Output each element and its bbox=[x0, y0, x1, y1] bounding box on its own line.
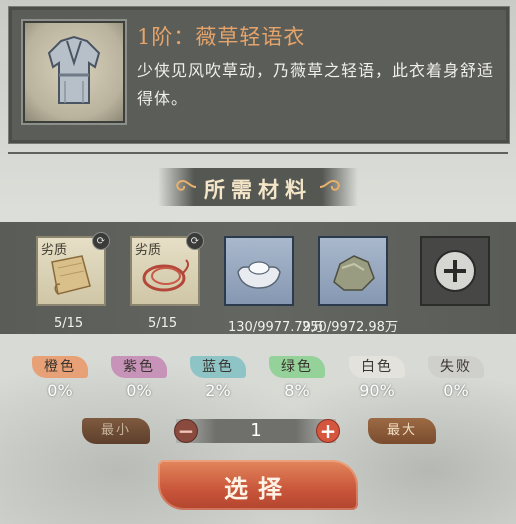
quality-tag-white: 白色 bbox=[349, 356, 405, 378]
select-button[interactable]: 选择 bbox=[158, 460, 358, 510]
divider bbox=[8, 152, 508, 154]
material-slot-1[interactable]: 劣质 ⟳ bbox=[36, 232, 110, 306]
quality-tag-green: 绿色 bbox=[269, 356, 325, 378]
quality-percent: 0% bbox=[126, 381, 152, 400]
section-header: 所需材料 bbox=[158, 168, 358, 206]
quality-tag-purple: 紫色 bbox=[111, 356, 167, 378]
swap-icon[interactable]: ⟳ bbox=[92, 232, 110, 250]
material-count: 250/9972.98万 bbox=[302, 320, 398, 335]
decrease-button[interactable]: − bbox=[174, 419, 198, 443]
ore-stone-icon bbox=[333, 255, 375, 291]
quality-percent: 90% bbox=[359, 381, 395, 400]
swap-icon[interactable]: ⟳ bbox=[186, 232, 204, 250]
silver-ingot-icon bbox=[237, 261, 281, 289]
max-quantity-button[interactable]: 最大 bbox=[368, 418, 436, 444]
material-count: 5/15 bbox=[54, 316, 84, 331]
quantity-bar: 1 bbox=[176, 419, 336, 443]
material-quality-label: 劣质 bbox=[135, 243, 162, 258]
add-material-icon bbox=[434, 250, 476, 292]
crafting-screen: 1阶：薇草轻语衣 少侠见风吹草动，乃薇草之轻语，此衣着身舒适得体。 所需材料 劣… bbox=[0, 0, 516, 524]
select-button-label: 选择 bbox=[224, 474, 292, 503]
quality-percent: 0% bbox=[443, 381, 469, 400]
material-quality-label: 劣质 bbox=[41, 243, 68, 258]
item-info-panel: 1阶：薇草轻语衣 少侠见风吹草动，乃薇草之轻语，此衣着身舒适得体。 bbox=[8, 6, 510, 144]
material-slot-3[interactable] bbox=[224, 236, 294, 306]
material-slot-4[interactable] bbox=[318, 236, 388, 306]
material-count: 5/15 bbox=[148, 316, 178, 331]
swirl-ornament-icon bbox=[319, 179, 340, 191]
material-slot-2[interactable]: 劣质 ⟳ bbox=[130, 232, 204, 306]
quality-tag-blue: 蓝色 bbox=[190, 356, 246, 378]
min-quantity-button[interactable]: 最小 bbox=[82, 418, 150, 444]
increase-button[interactable]: + bbox=[316, 419, 340, 443]
item-description: 少侠见风吹草动，乃薇草之轻语，此衣着身舒适得体。 bbox=[137, 61, 495, 108]
quantity-value: 1 bbox=[250, 420, 262, 441]
item-title: 1阶：薇草轻语衣 bbox=[137, 25, 306, 49]
robe-icon bbox=[23, 21, 125, 123]
quality-percent: 8% bbox=[284, 381, 310, 400]
quality-tag-orange: 橙色 bbox=[32, 356, 88, 378]
plus-icon: + bbox=[319, 419, 337, 443]
add-material-slot[interactable] bbox=[420, 236, 490, 306]
quality-percent: 2% bbox=[205, 381, 231, 400]
minus-icon: − bbox=[177, 419, 195, 443]
quality-percent: 0% bbox=[47, 381, 73, 400]
quality-tag-fail: 失败 bbox=[428, 356, 484, 378]
